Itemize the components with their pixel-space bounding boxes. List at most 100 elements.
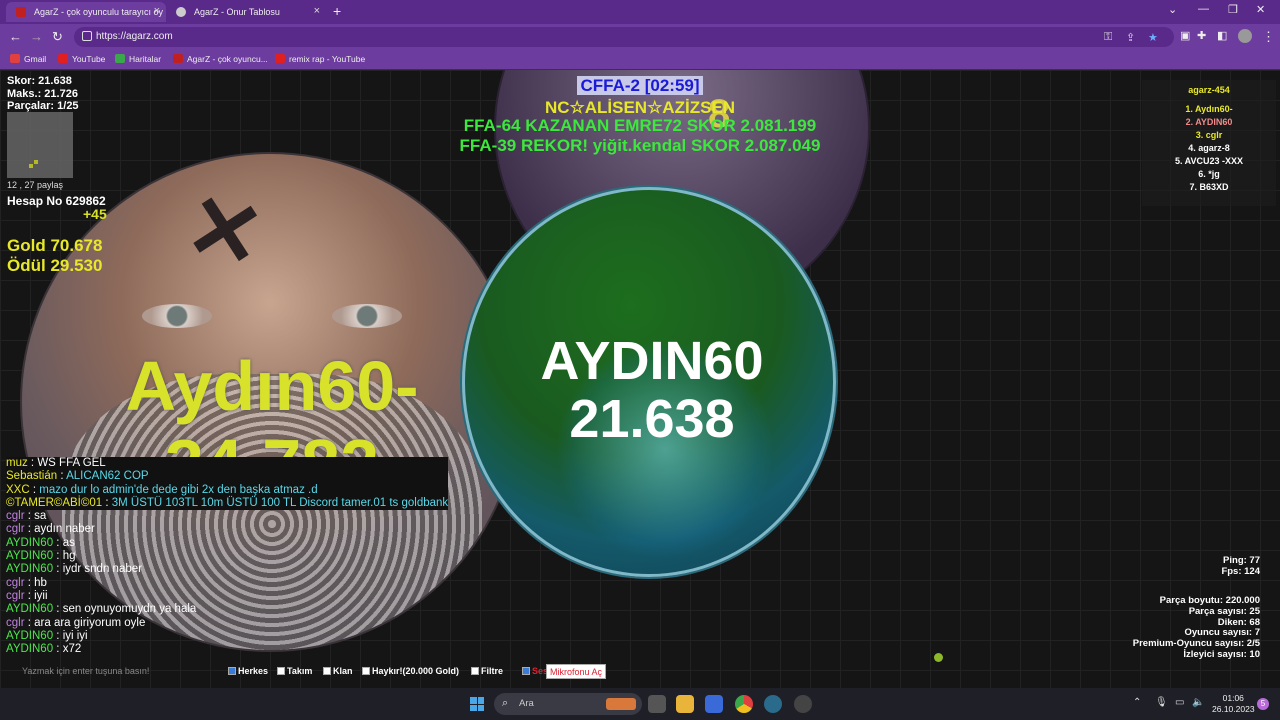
server-stat: İzleyici sayısı: 10 — [1183, 648, 1260, 660]
chat-message: XXC : mazo dur lo admin'de dede gibi 2x … — [6, 483, 449, 497]
leaderboard: agarz-454 1. Aydın60- 2. AYDIN60 3. cglr… — [1142, 80, 1276, 206]
volume-icon[interactable]: 🔈 — [1192, 697, 1204, 708]
microphone-button[interactable]: Mikrofonu Aç — [546, 664, 607, 679]
bookmark-agarz[interactable]: AgarZ - çok oyuncu... — [173, 54, 268, 64]
window-close-icon[interactable]: ✕ — [1256, 3, 1265, 16]
chat-message: cglr : sa — [6, 510, 47, 523]
minimize-icon[interactable]: — — [1198, 3, 1209, 15]
bookmark-gmail[interactable]: Gmail — [10, 54, 46, 64]
chrome-icon[interactable] — [735, 695, 753, 713]
chat-input[interactable]: Yazmak için enter tuşuna basın! — [22, 666, 149, 676]
chat-message: muz : WS FFA GEL — [6, 457, 449, 471]
chat-message: cglr : iyii — [6, 589, 48, 602]
taskbar-search[interactable]: ⌕ Ara — [494, 693, 642, 715]
performance-panel: Ping: 77 Fps: 124 — [1221, 555, 1260, 577]
close-icon[interactable]: × — [314, 5, 320, 17]
bookmark-youtube[interactable]: YouTube — [58, 54, 105, 64]
youtube-icon — [275, 54, 285, 63]
clock-time: 01:06 — [1222, 693, 1244, 703]
leaderboard-row: 7. B63XD — [1189, 182, 1229, 192]
restore-icon[interactable]: ❐ — [1228, 3, 1238, 16]
new-tab-icon[interactable]: + — [333, 3, 341, 19]
gold-text: Gold 70.678 — [7, 236, 103, 255]
tab-agarz[interactable]: AgarZ - çok oyunculu tarayıcı oy × — [6, 2, 166, 22]
chat-message: cglr : hb — [6, 576, 47, 589]
agarz-favicon-icon — [16, 7, 26, 17]
cell-skin-eye — [142, 304, 212, 328]
checkbox-klan[interactable]: Klan — [323, 666, 353, 676]
checkbox-takim[interactable]: Takım — [277, 666, 312, 676]
site-info-icon[interactable] — [82, 31, 92, 41]
search-icon: ⌕ — [502, 697, 509, 709]
bookmarks-bar: Gmail YouTube Haritalar AgarZ - çok oyun… — [0, 50, 1280, 70]
tab-onur-tablosu[interactable]: AgarZ - Onur Tablosu × — [166, 2, 326, 22]
room-timer: CFFA-2 [02:59] — [0, 76, 1280, 96]
score-gain: +45 — [83, 206, 107, 222]
reload-icon[interactable]: ↻ — [52, 29, 63, 45]
store-icon[interactable] — [705, 695, 723, 713]
globe-icon — [176, 7, 186, 17]
leaderboard-row: 3. cglr — [1195, 130, 1223, 140]
tab-title: AgarZ - Onur Tablosu — [194, 7, 280, 17]
chat-message: Sebastián : ALICAN62 COP — [6, 470, 449, 484]
url-text: https://agarz.com — [96, 31, 173, 42]
minimap-player-dot — [29, 164, 33, 168]
file-explorer-icon[interactable] — [676, 695, 694, 713]
bookmark-star-icon[interactable]: ★ — [1148, 31, 1158, 44]
chat-message: AYDIN60 : iydr sndn naber — [6, 563, 142, 576]
cell-skin-eyes — [142, 304, 402, 334]
bookmark-remix-rap[interactable]: remix rap - YouTube — [275, 54, 365, 64]
bookmark-maps[interactable]: Haritalar — [115, 54, 161, 64]
leaderboard-title: agarz-454 — [1188, 85, 1230, 95]
tray-overflow-icon[interactable]: ⌃ — [1133, 697, 1141, 708]
leaderboard-row: 5. AVCU23 -XXX — [1174, 156, 1244, 166]
notification-badge[interactable]: 5 — [1257, 698, 1269, 710]
task-view-icon[interactable] — [648, 695, 666, 713]
share-text[interactable]: 12 , 27 paylaş — [7, 180, 63, 190]
server-stat: Parça sayısı: 25 — [1188, 605, 1260, 617]
search-label: Ara — [519, 698, 534, 709]
cell-skin-eye — [332, 304, 402, 328]
checkbox-haykir[interactable]: Haykır!(20.000 Gold) — [362, 666, 459, 676]
extension-icon[interactable]: ▣ — [1180, 29, 1190, 42]
checkbox-ses[interactable]: Ses — [522, 666, 548, 676]
chat-message: cglr : ara ara giriyorum oyle — [6, 616, 146, 629]
winner-banner: FFA-64 KAZANAN EMRE72 SKOR 2.081.199 — [463, 116, 817, 135]
chat-message: AYDIN60 : iyi iyi — [6, 629, 88, 642]
menu-icon[interactable]: ⋮ — [1262, 29, 1275, 45]
side-panel-icon[interactable]: ◧ — [1217, 29, 1227, 42]
back-icon[interactable]: ← — [9, 29, 22, 44]
chat-message: cglr : aydın naber — [6, 523, 95, 536]
address-bar[interactable]: https://agarz.com ⚿ ⇪ ★ — [74, 27, 1174, 47]
tab-search-icon[interactable]: ⌄ — [1168, 3, 1177, 16]
share-icon[interactable]: ⇪ — [1126, 31, 1135, 44]
checkbox-herkes[interactable]: Herkes — [228, 666, 268, 676]
key-icon[interactable]: ⚿ — [1104, 31, 1112, 44]
app-icon[interactable] — [794, 695, 812, 713]
leaderboard-row: 4. agarz-8 — [1188, 143, 1230, 153]
player-cell: AYDIN60 21.638 — [462, 187, 836, 577]
chat-message: AYDIN60 : as — [6, 536, 75, 549]
system-clock[interactable]: 01:06 26.10.2023 — [1212, 693, 1255, 715]
network-icon[interactable]: ▭ — [1175, 697, 1184, 708]
chat-bar: Yazmak için enter tuşuna basın! Herkes T… — [0, 662, 1280, 684]
forward-icon[interactable]: → — [30, 29, 43, 44]
food-pellet — [934, 653, 943, 662]
game-canvas[interactable]: 8 ✕ Aydın60- 34.782 AYDIN60 21.638 Skor:… — [0, 70, 1280, 688]
profile-avatar[interactable] — [1238, 29, 1252, 43]
browser-toolbar: ← → ↻ https://agarz.com ⚿ ⇪ ★ ▣ ✚ ◧ ⋮ — [0, 24, 1280, 50]
leaderboard-row: 6. *jg — [1198, 169, 1220, 179]
gold-panel: Gold 70.678 Ödül 29.530 — [7, 236, 102, 276]
microphone-icon[interactable]: 🎙 — [1155, 697, 1168, 708]
ping-text: Ping: 77 — [1223, 555, 1260, 566]
start-icon[interactable] — [470, 697, 484, 711]
extensions-puzzle-icon[interactable]: ✚ — [1197, 29, 1206, 42]
maps-icon — [115, 54, 125, 63]
checkbox-filtre[interactable]: Filtre — [471, 666, 503, 676]
agarz-icon — [173, 54, 183, 63]
app-icon[interactable] — [764, 695, 782, 713]
record-banner: FFA-39 REKOR! yiğit.kendal SKOR 2.087.04… — [459, 136, 821, 155]
close-icon[interactable]: × — [154, 5, 160, 17]
chat-message: AYDIN60 : hg — [6, 550, 76, 563]
clock-date: 26.10.2023 — [1212, 704, 1255, 714]
